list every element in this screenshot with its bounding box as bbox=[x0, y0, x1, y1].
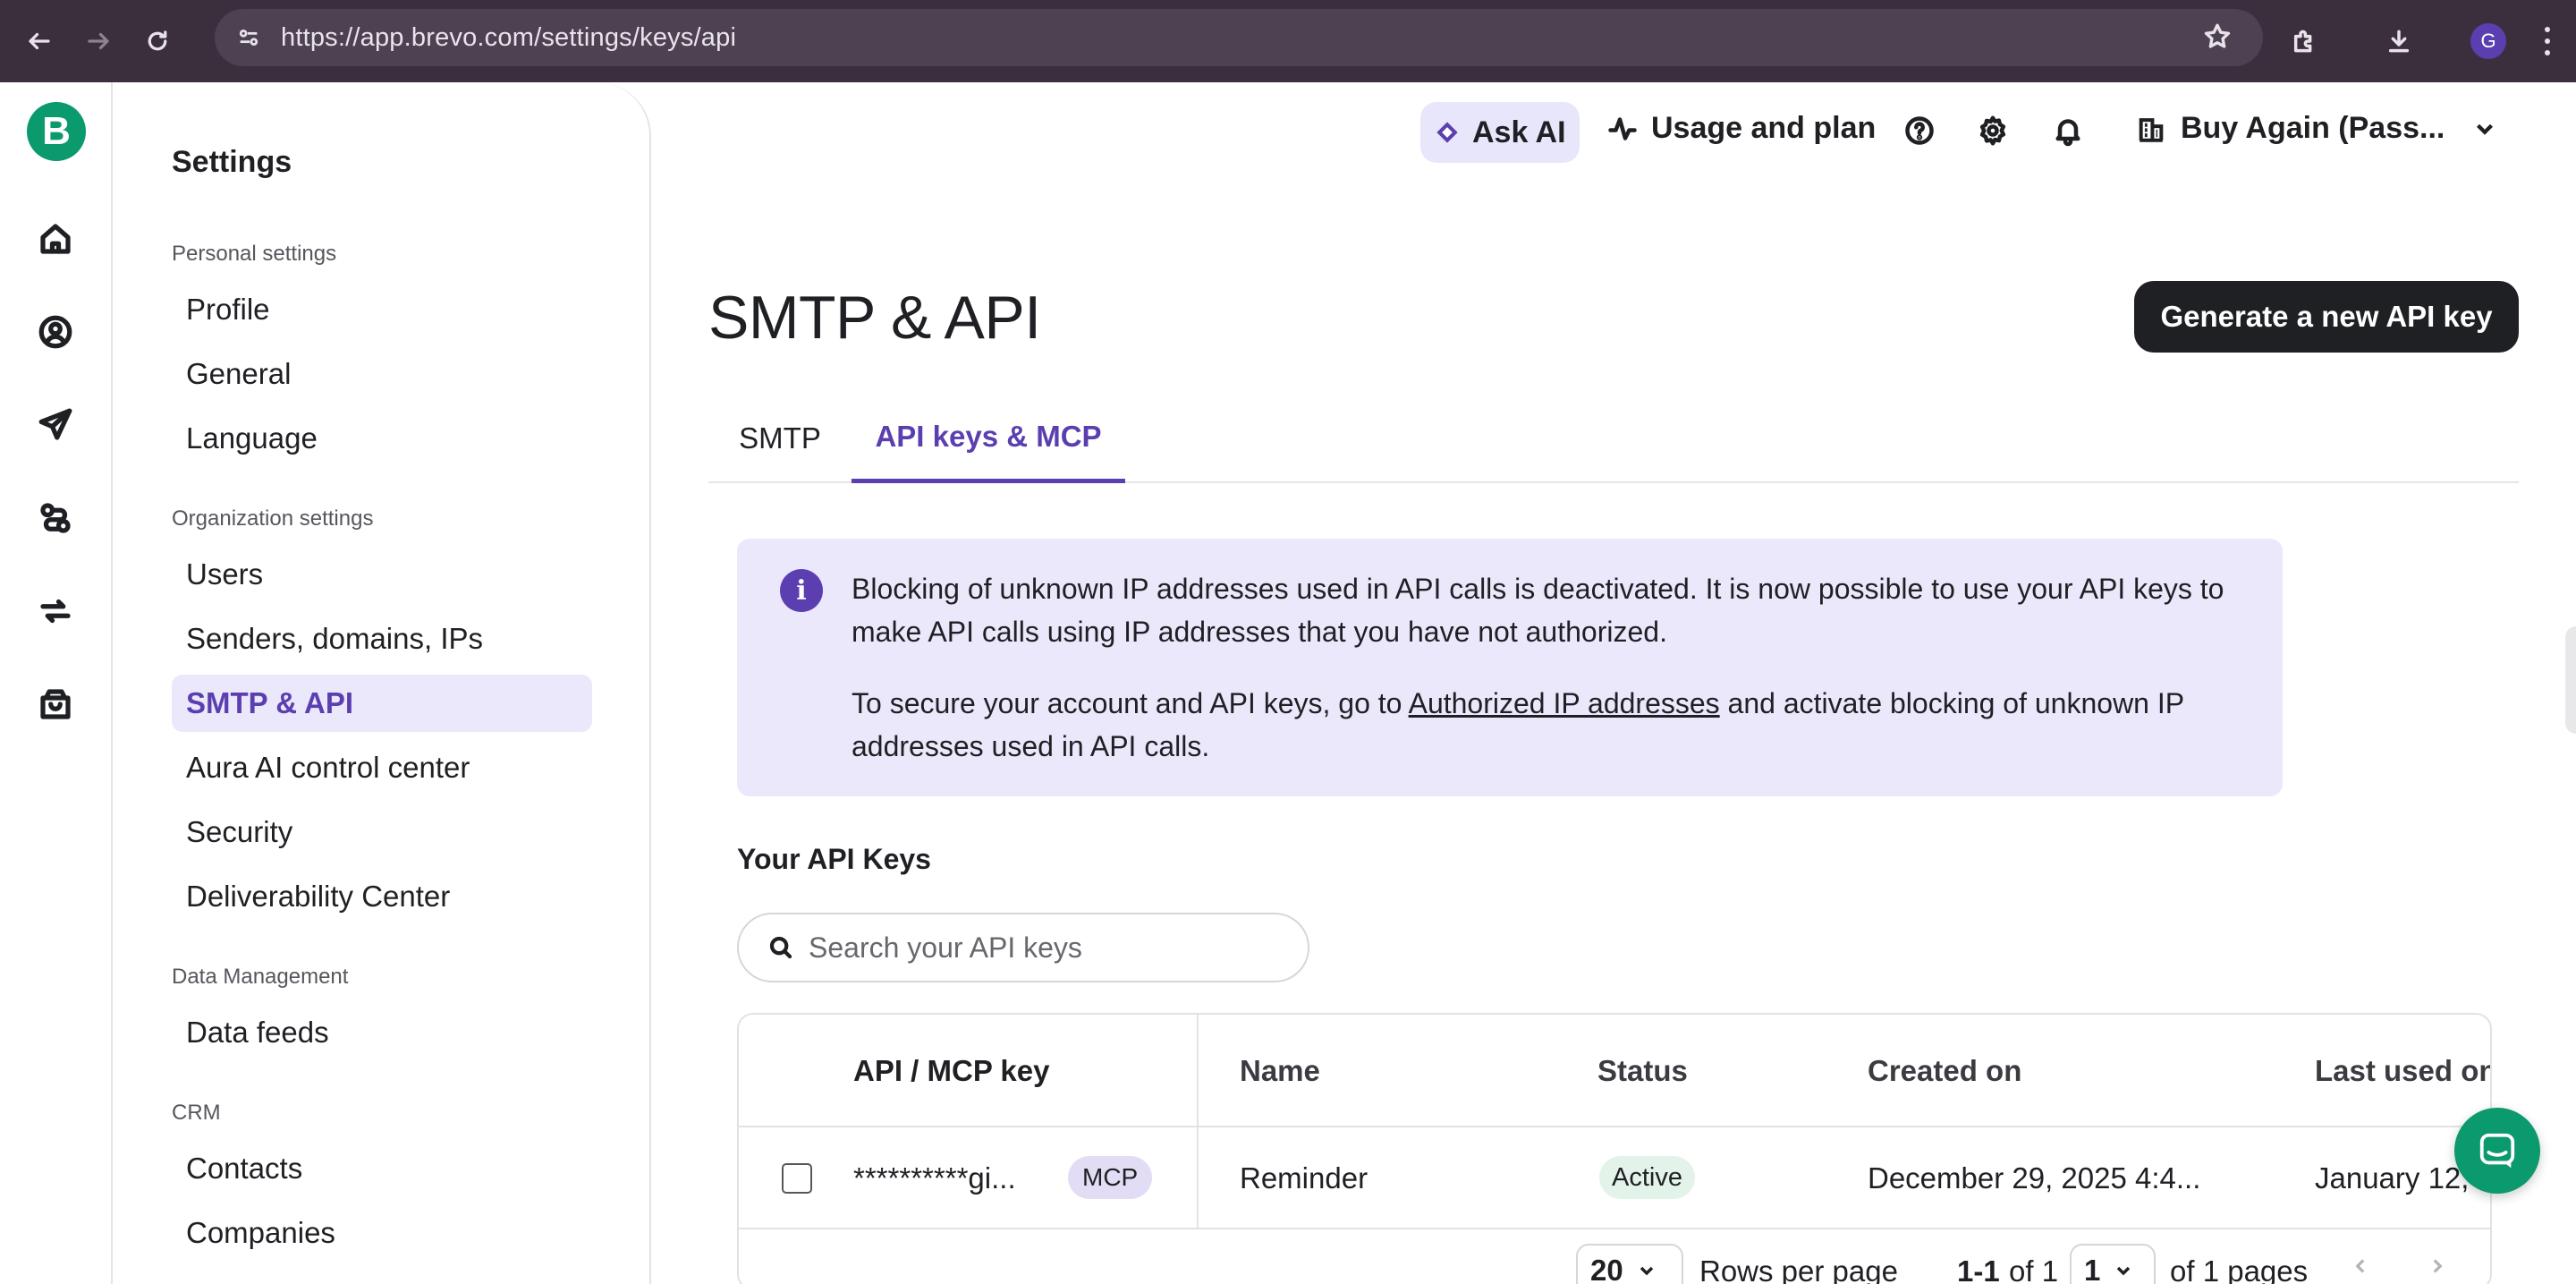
info-icon: i bbox=[780, 569, 823, 612]
search-icon bbox=[769, 936, 792, 959]
table-header: API / MCP key Name Status Created on Las… bbox=[739, 1015, 2490, 1127]
sidebar-item-profile[interactable]: Profile bbox=[172, 281, 592, 338]
sidebar-item-aura-ai[interactable]: Aura AI control center bbox=[172, 739, 592, 796]
back-icon[interactable] bbox=[18, 20, 61, 63]
api-keys-heading: Your API Keys bbox=[737, 843, 931, 875]
site-settings-icon[interactable] bbox=[231, 20, 267, 55]
profile-avatar[interactable]: G bbox=[2470, 23, 2506, 59]
page-select-value: 1 bbox=[2084, 1254, 2101, 1284]
gear-icon[interactable] bbox=[1973, 111, 2012, 150]
bell-icon[interactable] bbox=[2048, 111, 2088, 150]
column-header-name[interactable]: Name bbox=[1240, 1054, 1320, 1088]
brevo-logo[interactable]: B bbox=[27, 102, 86, 161]
url-text: https://app.brevo.com/settings/keys/api bbox=[281, 22, 737, 52]
authorized-ip-link[interactable]: Authorized IP addresses bbox=[1409, 687, 1720, 719]
usage-and-plan-link[interactable]: Usage and plan bbox=[1606, 111, 1876, 146]
contacts-icon[interactable] bbox=[33, 310, 78, 354]
api-key-value: **********gi... bbox=[853, 1161, 1016, 1195]
help-icon[interactable] bbox=[1900, 111, 1939, 150]
last-used-on: January 12, bbox=[2315, 1161, 2470, 1195]
extensions-icon[interactable] bbox=[2281, 18, 2327, 64]
search-input[interactable] bbox=[809, 931, 1292, 965]
page-range: 1-1 bbox=[1957, 1254, 2000, 1284]
mcp-badge: MCP bbox=[1068, 1156, 1153, 1199]
sidebar-item-companies[interactable]: Companies bbox=[172, 1204, 592, 1262]
sidebar-item-language[interactable]: Language bbox=[172, 410, 592, 467]
sidebar-item-data-feeds[interactable]: Data feeds bbox=[172, 1004, 592, 1061]
column-header-key[interactable]: API / MCP key bbox=[853, 1054, 1049, 1088]
sidebar-item-deliverability[interactable]: Deliverability Center bbox=[172, 868, 592, 925]
sidebar-item-general[interactable]: General bbox=[172, 345, 592, 403]
tab-bar: SMTP API keys & MCP bbox=[708, 394, 2519, 483]
sidebar-item-senders[interactable]: Senders, domains, IPs bbox=[172, 610, 592, 668]
pulse-icon bbox=[1608, 116, 1637, 140]
forward-icon[interactable] bbox=[77, 20, 120, 63]
column-header-last-used[interactable]: Last used on bbox=[2315, 1054, 2490, 1088]
rows-per-page-value: 20 bbox=[1590, 1254, 1623, 1284]
row-checkbox[interactable] bbox=[782, 1163, 812, 1194]
browser-menu-icon[interactable] bbox=[2542, 23, 2553, 59]
banner-text-2-before: To secure your account and API keys, go … bbox=[852, 687, 1409, 719]
page-select[interactable]: 1 bbox=[2070, 1244, 2156, 1284]
usage-label: Usage and plan bbox=[1651, 111, 1877, 145]
reload-icon[interactable] bbox=[136, 20, 179, 63]
bookmark-star-icon[interactable] bbox=[2202, 21, 2234, 54]
rows-per-page-select[interactable]: 20 bbox=[1576, 1244, 1683, 1284]
chevron-down-icon bbox=[2117, 1266, 2131, 1276]
account-name: Buy Again (Pass... bbox=[2181, 111, 2445, 145]
chat-icon bbox=[2479, 1133, 2515, 1169]
next-page-icon[interactable] bbox=[2426, 1254, 2453, 1284]
generate-api-key-button[interactable]: Generate a new API key bbox=[2134, 281, 2519, 353]
column-header-status[interactable]: Status bbox=[1597, 1054, 1688, 1088]
sidebar-item-security[interactable]: Security bbox=[172, 804, 592, 861]
pagination: 20 Rows per page 1-1 of 1 1 of 1 pages bbox=[739, 1237, 2490, 1284]
tab-smtp[interactable]: SMTP bbox=[708, 394, 852, 483]
page-total: of 1 bbox=[2009, 1254, 2059, 1284]
key-name: Reminder bbox=[1240, 1161, 1368, 1195]
side-panel-handle[interactable] bbox=[2565, 626, 2576, 734]
section-organization-settings: Organization settings bbox=[172, 506, 374, 531]
section-crm: CRM bbox=[172, 1101, 221, 1125]
download-icon[interactable] bbox=[2376, 18, 2422, 64]
chat-widget-button[interactable] bbox=[2454, 1108, 2540, 1194]
section-data-management: Data Management bbox=[172, 965, 349, 989]
banner-text-1: Blocking of unknown IP addresses used in… bbox=[852, 573, 2224, 648]
ai-diamond-icon bbox=[1436, 122, 1458, 143]
building-icon bbox=[2139, 117, 2164, 142]
chevron-down-icon bbox=[1640, 1266, 1653, 1276]
table-row[interactable]: **********gi... MCP Reminder Active Dece… bbox=[739, 1127, 2490, 1229]
section-personal-settings: Personal settings bbox=[172, 242, 337, 266]
prev-page-icon[interactable] bbox=[2349, 1254, 2376, 1284]
banner-text-2: To secure your account and API keys, go … bbox=[852, 682, 2256, 768]
ask-ai-label: Ask AI bbox=[1472, 115, 1566, 149]
sidebar-item-contacts[interactable]: Contacts bbox=[172, 1140, 592, 1197]
settings-sidebar: Settings Personal settings Profile Gener… bbox=[113, 82, 651, 1284]
rows-per-page-label: Rows per page bbox=[1699, 1254, 1898, 1284]
sidebar-title: Settings bbox=[172, 145, 292, 179]
browser-toolbar: https://app.brevo.com/settings/keys/api … bbox=[0, 0, 2576, 82]
conversations-icon[interactable] bbox=[33, 589, 78, 633]
tab-api-keys-mcp[interactable]: API keys & MCP bbox=[852, 394, 1125, 483]
sidebar-item-users[interactable]: Users bbox=[172, 546, 592, 603]
info-banner: i Blocking of unknown IP addresses used … bbox=[737, 539, 2283, 796]
api-key-search[interactable] bbox=[737, 913, 1309, 982]
page-count: of 1 pages bbox=[2170, 1254, 2309, 1284]
status-badge: Active bbox=[1599, 1156, 1695, 1199]
commerce-icon[interactable] bbox=[33, 682, 78, 727]
campaigns-icon[interactable] bbox=[33, 403, 78, 447]
created-on: December 29, 2025 4:4... bbox=[1868, 1161, 2201, 1195]
account-switcher[interactable]: Buy Again (Pass... bbox=[2136, 111, 2498, 146]
chevron-down-icon bbox=[2477, 123, 2494, 135]
address-bar[interactable]: https://app.brevo.com/settings/keys/api bbox=[215, 9, 2263, 66]
column-header-created[interactable]: Created on bbox=[1868, 1054, 2021, 1088]
api-keys-table: API / MCP key Name Status Created on Las… bbox=[737, 1013, 2492, 1284]
home-icon[interactable] bbox=[33, 217, 78, 261]
automations-icon[interactable] bbox=[33, 496, 78, 540]
app-rail: B bbox=[0, 82, 113, 1284]
sidebar-item-smtp-api[interactable]: SMTP & API bbox=[172, 675, 592, 732]
ask-ai-button[interactable]: Ask AI bbox=[1420, 102, 1580, 163]
page-title: SMTP & API bbox=[708, 284, 1041, 352]
